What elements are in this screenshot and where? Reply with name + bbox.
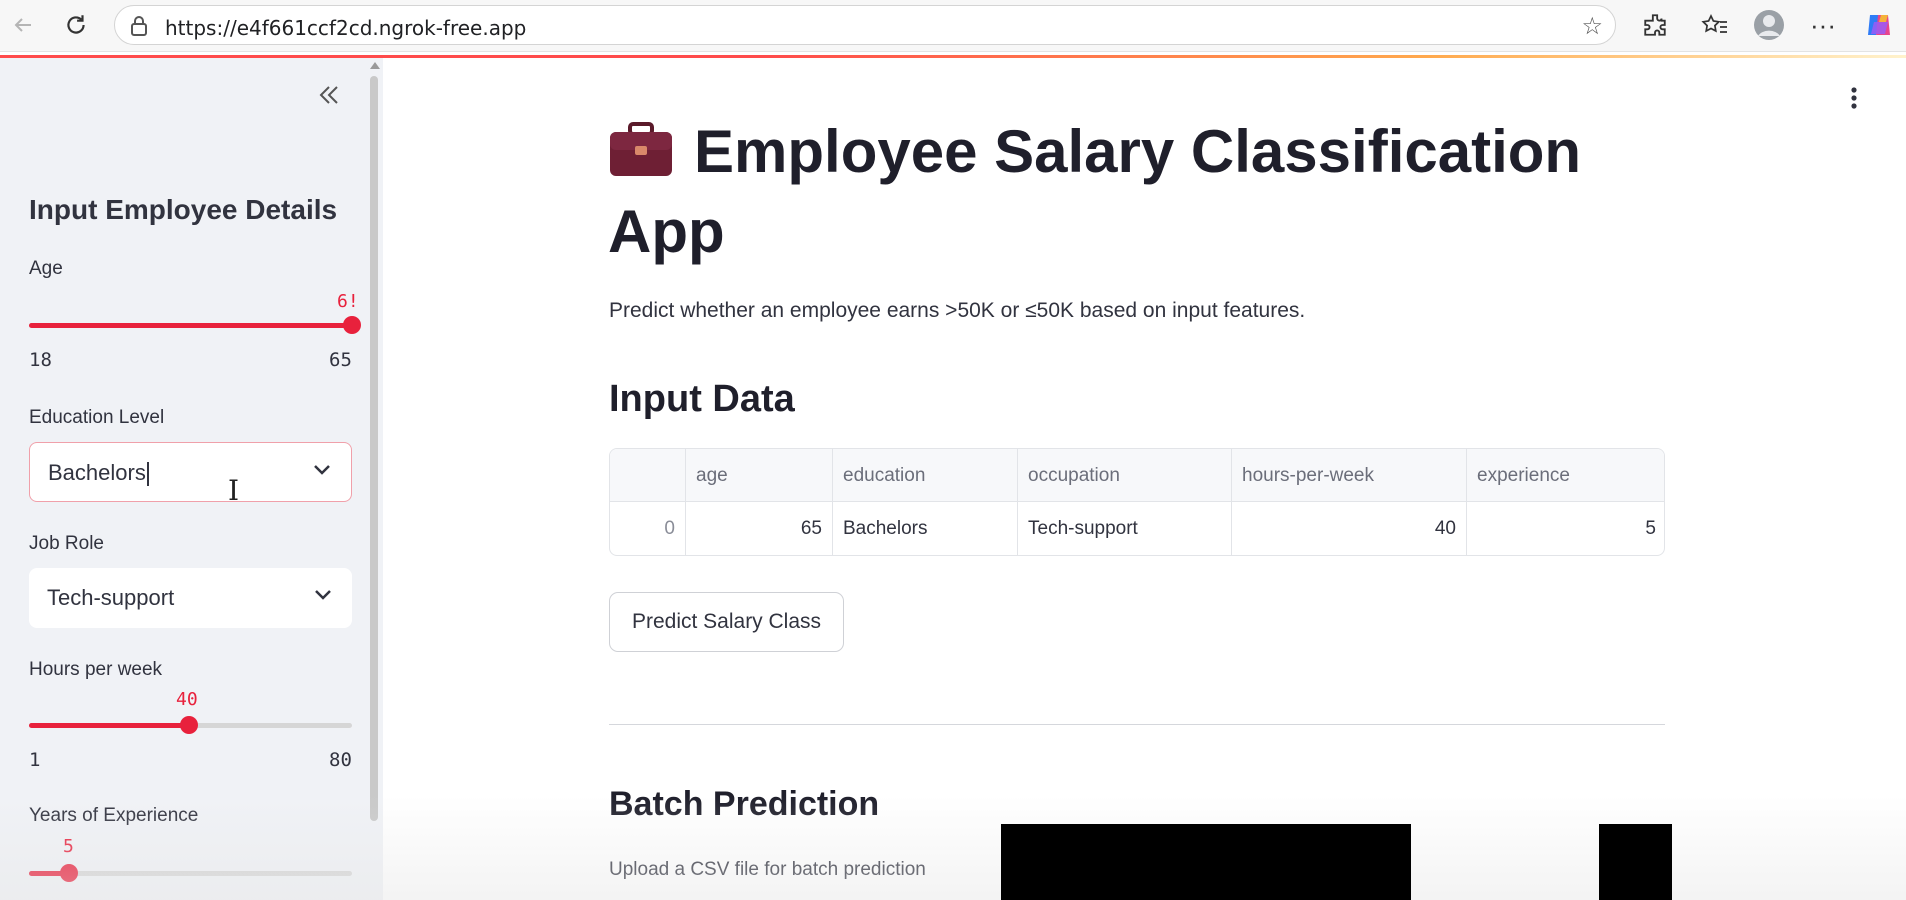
chevron-down-icon[interactable] bbox=[314, 588, 332, 606]
table-cell[interactable]: Bachelors bbox=[833, 502, 1018, 555]
kebab-menu-icon[interactable] bbox=[1850, 86, 1858, 110]
page-title-line2: App bbox=[608, 198, 725, 265]
input-data-heading: Input Data bbox=[609, 378, 795, 420]
browser-toolbar: https://e4f661ccf2cd.ngrok-free.app ☆ ··… bbox=[0, 0, 1906, 52]
job-role-label: Job Role bbox=[29, 533, 104, 554]
hours-slider[interactable] bbox=[29, 716, 352, 734]
education-value: Bachelors bbox=[48, 460, 146, 485]
page-subtitle: Predict whether an employee earns >50K o… bbox=[609, 299, 1306, 322]
age-label: Age bbox=[29, 258, 63, 279]
favorites-icon[interactable] bbox=[1698, 8, 1732, 42]
batch-prediction-heading: Batch Prediction bbox=[609, 785, 880, 823]
experience-slider[interactable] bbox=[29, 864, 352, 882]
table-cell-index[interactable]: 0 bbox=[610, 502, 686, 555]
table-cell[interactable]: 5 bbox=[1467, 502, 1664, 555]
text-caret bbox=[146, 462, 149, 487]
age-slider[interactable] bbox=[29, 316, 361, 334]
redaction-block bbox=[1001, 824, 1411, 900]
sidebar-title: Input Employee Details bbox=[29, 194, 338, 225]
age-max: 65 bbox=[329, 349, 352, 371]
table-header-cell[interactable]: education bbox=[833, 449, 1018, 502]
table-header-cell[interactable]: age bbox=[686, 449, 833, 502]
experience-label: Years of Experience bbox=[29, 805, 199, 826]
text-cursor-icon: I bbox=[228, 474, 240, 507]
table-header-cell[interactable]: experience bbox=[1467, 449, 1664, 502]
table-cell[interactable]: Tech-support bbox=[1018, 502, 1232, 555]
url-text[interactable]: https://e4f661ccf2cd.ngrok-free.app bbox=[165, 16, 526, 40]
refresh-icon[interactable] bbox=[61, 10, 91, 40]
more-icon[interactable]: ··· bbox=[1806, 8, 1840, 42]
predict-salary-button[interactable]: Predict Salary Class bbox=[609, 592, 844, 652]
copilot-icon[interactable] bbox=[1862, 8, 1896, 42]
table-header-cell[interactable]: occupation bbox=[1018, 449, 1232, 502]
age-min: 18 bbox=[29, 349, 52, 371]
hours-min: 1 bbox=[29, 749, 41, 771]
experience-slider-thumb[interactable] bbox=[60, 864, 79, 882]
back-icon[interactable] bbox=[8, 10, 38, 40]
table-cell[interactable]: 40 bbox=[1232, 502, 1467, 555]
job-role-value: Tech-support bbox=[47, 585, 175, 610]
profile-icon[interactable] bbox=[1752, 8, 1786, 42]
age-slider-fill bbox=[29, 323, 352, 328]
table-header-index[interactable] bbox=[610, 449, 686, 502]
education-label: Education Level bbox=[29, 407, 165, 428]
age-slider-thumb[interactable] bbox=[343, 316, 361, 334]
sidebar-scrollbar[interactable] bbox=[370, 76, 378, 821]
table-cell[interactable]: 65 bbox=[686, 502, 833, 555]
job-role-select[interactable]: Tech-support bbox=[29, 568, 352, 628]
lock-icon[interactable] bbox=[129, 15, 149, 42]
table-row: 0 65 Bachelors Tech-support 40 5 bbox=[610, 502, 1664, 555]
sidebar: Input Employee Details Age 6! 18 65 Educ… bbox=[0, 58, 383, 900]
star-icon[interactable]: ☆ bbox=[1581, 12, 1603, 41]
collapse-sidebar-icon[interactable] bbox=[316, 82, 342, 116]
upload-label: Upload a CSV file for batch prediction bbox=[609, 859, 926, 880]
page-title: Employee Salary Classification App bbox=[608, 112, 1708, 272]
education-select[interactable]: Bachelors bbox=[29, 442, 352, 502]
chevron-down-icon[interactable] bbox=[313, 463, 331, 481]
scroll-up-arrow-icon[interactable] bbox=[370, 62, 380, 69]
table-header-cell[interactable]: hours-per-week bbox=[1232, 449, 1467, 502]
input-data-table[interactable]: age education occupation hours-per-week … bbox=[609, 448, 1665, 556]
hours-value: 40 bbox=[176, 689, 198, 710]
briefcase-icon bbox=[608, 118, 674, 176]
experience-value: 5 bbox=[63, 836, 74, 857]
age-value: 6! bbox=[337, 291, 359, 312]
hours-max: 80 bbox=[329, 749, 352, 771]
extensions-icon[interactable] bbox=[1638, 8, 1672, 42]
section-divider bbox=[609, 724, 1665, 725]
hours-label: Hours per week bbox=[29, 659, 163, 680]
page-title-line1: Employee Salary Classification bbox=[694, 118, 1582, 185]
table-header-row: age education occupation hours-per-week … bbox=[610, 449, 1664, 502]
hours-slider-thumb[interactable] bbox=[179, 716, 198, 734]
address-bar[interactable]: https://e4f661ccf2cd.ngrok-free.app ☆ bbox=[114, 5, 1616, 45]
redaction-block bbox=[1599, 824, 1672, 900]
hours-slider-fill bbox=[29, 723, 189, 728]
